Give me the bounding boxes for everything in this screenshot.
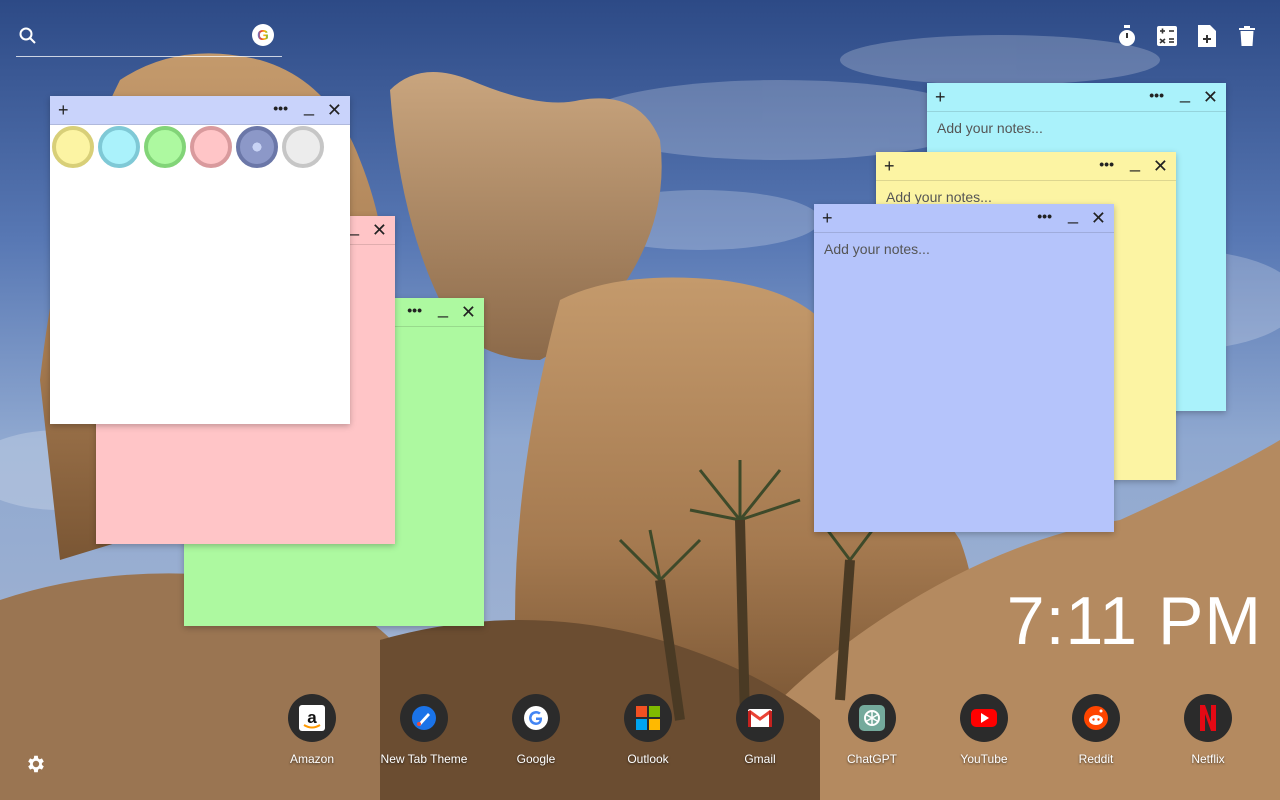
note-toolbar: + ••• _ ✕: [50, 96, 350, 125]
close-icon[interactable]: ✕: [1153, 156, 1168, 176]
add-note-icon[interactable]: +: [58, 100, 69, 120]
swatch-green[interactable]: [144, 126, 186, 168]
minimize-icon[interactable]: _: [304, 96, 314, 116]
shortcut-reddit[interactable]: Reddit: [1040, 694, 1152, 766]
add-note-icon[interactable]: +: [884, 156, 895, 176]
minimize-icon[interactable]: _: [349, 216, 359, 236]
chatgpt-icon: [848, 694, 896, 742]
sticky-note-white[interactable]: + ••• _ ✕: [50, 96, 350, 424]
shortcut-new-tab-theme[interactable]: New Tab Theme: [368, 694, 480, 766]
shortcut-google[interactable]: Google: [480, 694, 592, 766]
shortcut-label: Outlook: [627, 752, 669, 766]
add-note-icon[interactable]: +: [935, 87, 946, 107]
shortcut-label: Amazon: [289, 752, 335, 766]
color-palette: [52, 126, 324, 168]
shortcut-label: Google: [516, 752, 556, 766]
note-toolbar: + ••• _ ✕: [876, 152, 1176, 181]
minimize-icon[interactable]: _: [1130, 152, 1140, 172]
new-note-icon[interactable]: [1196, 24, 1218, 48]
sticky-note-blue[interactable]: + ••• _ ✕: [814, 204, 1114, 532]
more-options-icon[interactable]: •••: [407, 300, 422, 320]
swatch-pink[interactable]: [190, 126, 232, 168]
google-icon: [512, 694, 560, 742]
add-note-icon[interactable]: +: [822, 208, 833, 228]
close-icon[interactable]: ✕: [372, 220, 387, 240]
reddit-icon: [1072, 694, 1120, 742]
new-tab-theme-icon: [400, 694, 448, 742]
netflix-icon: [1184, 694, 1232, 742]
youtube-icon: [960, 694, 1008, 742]
note-text-area[interactable]: [814, 233, 1114, 532]
swatch-yellow[interactable]: [52, 126, 94, 168]
outlook-icon: [624, 694, 672, 742]
shortcut-label: Reddit: [1078, 752, 1114, 766]
minimize-icon[interactable]: _: [1068, 204, 1078, 224]
close-icon[interactable]: ✕: [327, 100, 342, 120]
search-bar: G: [16, 22, 282, 57]
more-options-icon[interactable]: •••: [273, 98, 288, 118]
swatch-cyan[interactable]: [98, 126, 140, 168]
calculator-icon[interactable]: [1156, 24, 1178, 48]
shortcut-outlook[interactable]: Outlook: [592, 694, 704, 766]
shortcut-amazon[interactable]: a Amazon: [256, 694, 368, 766]
clock: 7:11 PM: [1006, 583, 1262, 659]
svg-text:a: a: [307, 708, 317, 727]
shortcut-label: Netflix: [1191, 752, 1225, 766]
shortcut-chatgpt[interactable]: ChatGPT: [816, 694, 928, 766]
gmail-icon: [736, 694, 784, 742]
close-icon[interactable]: ✕: [1203, 87, 1218, 107]
shortcut-label: ChatGPT: [846, 752, 897, 766]
note-toolbar: + ••• _ ✕: [927, 83, 1226, 112]
minimize-icon[interactable]: _: [438, 298, 448, 318]
note-toolbar: + ••• _ ✕: [814, 204, 1114, 233]
shortcut-netflix[interactable]: Netflix: [1152, 694, 1264, 766]
google-search-engine-icon[interactable]: G: [252, 24, 274, 46]
more-options-icon[interactable]: •••: [1099, 154, 1114, 174]
shortcut-label: Gmail: [744, 752, 776, 766]
trash-icon[interactable]: [1236, 24, 1258, 48]
search-icon[interactable]: [18, 26, 38, 46]
search-input[interactable]: [46, 24, 250, 50]
shortcut-youtube[interactable]: YouTube: [928, 694, 1040, 766]
more-options-icon[interactable]: •••: [1149, 85, 1164, 105]
close-icon[interactable]: ✕: [461, 302, 476, 322]
top-toolbar: [1116, 24, 1258, 48]
amazon-icon: a: [288, 694, 336, 742]
engine-badge-label: G: [257, 26, 269, 44]
shortcut-gmail[interactable]: Gmail: [704, 694, 816, 766]
timer-icon[interactable]: [1116, 24, 1138, 48]
shortcut-label: YouTube: [960, 752, 1008, 766]
swatch-blue[interactable]: [236, 126, 278, 168]
shortcut-label: New Tab Theme: [380, 752, 468, 766]
minimize-icon[interactable]: _: [1180, 83, 1190, 103]
more-options-icon[interactable]: •••: [1037, 206, 1052, 226]
swatch-gray[interactable]: [282, 126, 324, 168]
settings-gear-icon[interactable]: [25, 753, 47, 775]
shortcut-bar: a Amazon New Tab Theme Google Outlook Gm…: [256, 694, 1264, 766]
close-icon[interactable]: ✕: [1091, 208, 1106, 228]
